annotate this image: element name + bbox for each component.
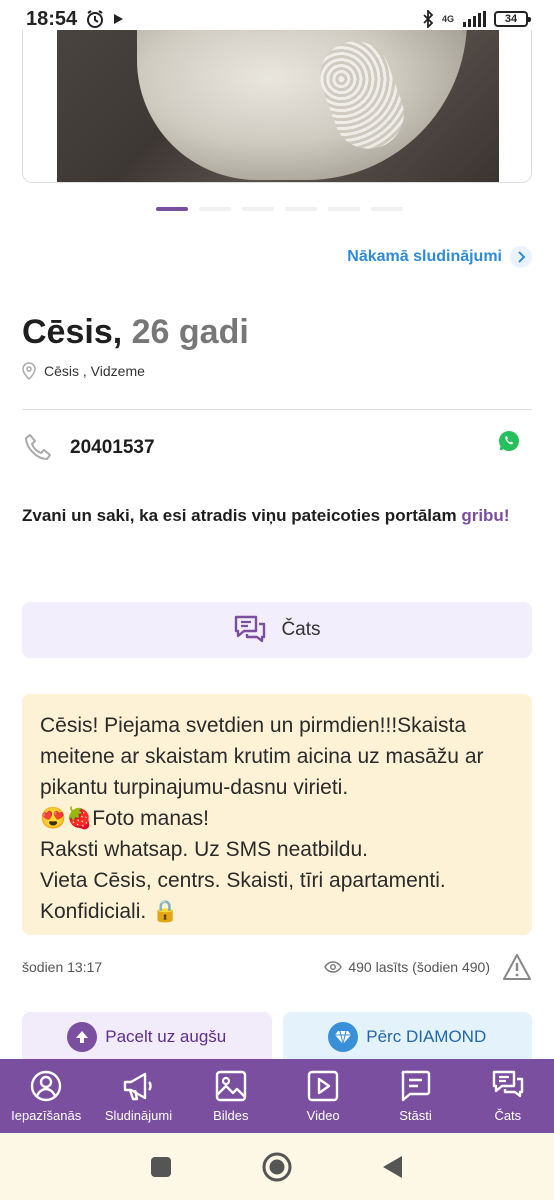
status-time: 18:54 (26, 7, 78, 30)
image-icon (215, 1070, 247, 1102)
divider (22, 409, 532, 410)
recent-apps-icon[interactable] (150, 1156, 172, 1178)
nav-label: Video (306, 1108, 340, 1123)
megaphone-icon (124, 1072, 153, 1101)
nav-label: Iepazīšanās (11, 1108, 82, 1123)
phone-icon (25, 434, 51, 460)
listing-description: Cēsis! Piejama svetdien un pirmdien!!!Sk… (22, 694, 532, 935)
signal-icon (463, 11, 486, 27)
eye-icon (324, 961, 343, 973)
listing-photo[interactable] (57, 30, 499, 182)
gallery-dot[interactable] (199, 207, 231, 211)
call-prompt: Zvani un saki, ka esi atradis viņu patei… (22, 505, 532, 527)
play-icon (114, 14, 124, 24)
gallery-dot[interactable] (156, 207, 188, 211)
diamond-icon (328, 1022, 359, 1052)
chat-icon (492, 1070, 523, 1098)
battery-icon: 34 (494, 11, 531, 27)
whatsapp-icon[interactable] (498, 430, 520, 457)
listing-name: Cēsis, (22, 313, 123, 351)
phone-number[interactable]: 20401537 (70, 437, 155, 459)
bluetooth-icon (423, 10, 434, 28)
back-icon[interactable] (382, 1155, 404, 1179)
views-text: 490 lasīts (šodien 490) (348, 959, 490, 975)
next-listings-link[interactable]: Nākamā sludinājumi (347, 246, 532, 268)
nav-label: Stāsti (399, 1108, 432, 1123)
buy-diamond-label: Pērc DIAMOND (366, 1027, 487, 1046)
call-prompt-text: Zvani un saki, ka esi atradis viņu patei… (22, 506, 462, 525)
bump-up-button[interactable]: Pacelt uz augšu (22, 1012, 272, 1062)
gallery-dot[interactable] (242, 207, 274, 211)
nav-label: Bildes (213, 1108, 249, 1123)
nav-item-dating[interactable]: Iepazīšanās (0, 1059, 92, 1133)
stories-icon (402, 1070, 431, 1102)
nav-label: Sludinājumi (104, 1108, 173, 1123)
gallery-dot[interactable] (371, 207, 403, 211)
gallery-pagination (156, 207, 403, 211)
chat-button-label: Čats (281, 619, 321, 640)
network-label: 4G (441, 13, 454, 24)
report-warning-icon[interactable] (502, 953, 532, 981)
chevron-right-icon (510, 246, 532, 268)
listing-meta: šodien 13:17 490 lasīts (šodien 490) (22, 952, 532, 982)
buy-diamond-button[interactable]: Pērc DIAMOND (282, 1012, 532, 1062)
views-counter: 490 lasīts (šodien 490) (324, 959, 490, 975)
location-pin-icon (22, 362, 36, 380)
nav-item-listings[interactable]: Sludinājumi (92, 1059, 184, 1133)
description-text: Cēsis! Piejama svetdien un pirmdien!!!Sk… (40, 714, 484, 923)
nav-item-video[interactable]: Video (277, 1059, 369, 1133)
listing-location: Cēsis , Vidzeme (22, 362, 145, 380)
nav-item-images[interactable]: Bildes (185, 1059, 277, 1133)
nav-item-stories[interactable]: Stāsti (369, 1059, 461, 1133)
gallery-dot[interactable] (285, 207, 317, 211)
chat-icon (235, 615, 266, 643)
listing-title: Cēsis, 26 gadi (22, 313, 249, 352)
posted-time: šodien 13:17 (22, 959, 103, 975)
nav-label: Čats (494, 1108, 522, 1123)
portal-brand-link[interactable]: gribu! (461, 506, 509, 525)
chat-button[interactable]: Čats (22, 602, 532, 658)
listing-age: 26 gadi (131, 313, 249, 351)
profile-icon (30, 1070, 62, 1102)
bottom-navigation: Iepazīšanās Sludinājumi Bildes Video Stā… (0, 1059, 554, 1133)
next-listings-label: Nākamā sludinājumi (347, 248, 502, 265)
location-text: Cēsis , Vidzeme (44, 363, 145, 379)
bump-up-label: Pacelt uz augšu (105, 1027, 227, 1046)
system-navigation-bar (0, 1133, 554, 1200)
video-icon (307, 1070, 339, 1102)
promo-buttons: Pacelt uz augšu Pērc DIAMOND (22, 1012, 532, 1062)
home-icon[interactable] (262, 1152, 292, 1182)
battery-level: 34 (504, 13, 518, 25)
gallery-dot[interactable] (328, 207, 360, 211)
phone-row[interactable]: 20401537 (22, 428, 532, 468)
photo-gallery[interactable] (22, 30, 532, 183)
arrow-up-icon (67, 1022, 98, 1052)
alarm-icon (87, 10, 104, 28)
nav-item-chat[interactable]: Čats (462, 1059, 554, 1133)
